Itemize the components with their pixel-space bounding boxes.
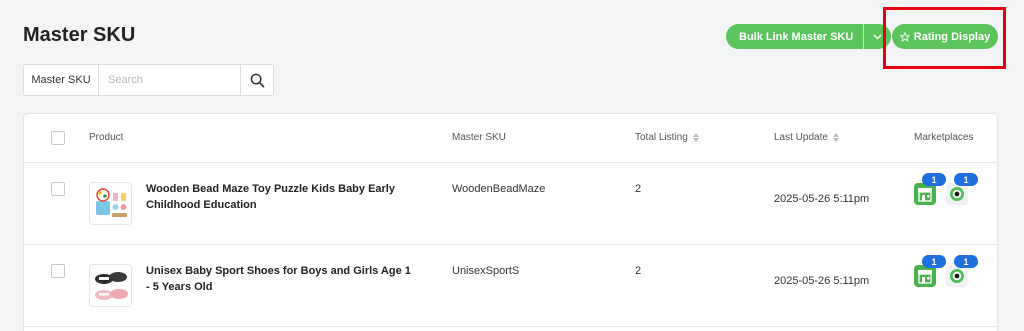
marketplace-shop-green[interactable]: 1 bbox=[914, 255, 946, 287]
header-last-update-label: Last Update bbox=[774, 132, 828, 143]
header-marketplaces: Marketplaces bbox=[914, 132, 974, 143]
marketplace-shop-eye[interactable]: 1 bbox=[946, 255, 978, 287]
rating-display-label: Rating Display bbox=[913, 30, 991, 43]
product-name[interactable]: Unisex Baby Sport Shoes for Boys and Gir… bbox=[146, 263, 411, 295]
listing-count-badge: 1 bbox=[922, 173, 946, 186]
row-checkbox[interactable] bbox=[51, 264, 65, 278]
master-sku-table: Product Master SKU Total Listing Last Up… bbox=[23, 113, 998, 331]
bulk-link-master-sku-button[interactable]: Bulk Link Master SKU bbox=[726, 24, 865, 49]
table-header: Product Master SKU Total Listing Last Up… bbox=[24, 114, 997, 163]
product-name[interactable]: Wooden Bead Maze Toy Puzzle Kids Baby Ea… bbox=[146, 181, 411, 213]
listing-count-badge: 1 bbox=[954, 255, 978, 268]
last-update-value: 2025-05-26 5:11pm bbox=[774, 193, 870, 205]
shop-eye-icon bbox=[946, 265, 968, 287]
row-checkbox[interactable] bbox=[51, 182, 65, 196]
product-thumbnail bbox=[89, 264, 132, 307]
shop-green-icon bbox=[914, 265, 936, 287]
bulk-link-button-group: Bulk Link Master SKU bbox=[726, 24, 892, 49]
marketplace-shop-eye[interactable]: 1 bbox=[946, 173, 978, 205]
search-button[interactable] bbox=[240, 65, 273, 95]
master-sku-value: UnisexSportS bbox=[452, 265, 520, 277]
shop-eye-icon bbox=[946, 183, 968, 205]
header-master-sku: Master SKU bbox=[452, 132, 506, 143]
select-all-checkbox[interactable] bbox=[51, 131, 65, 145]
total-listing-value: 2 bbox=[635, 265, 642, 277]
master-sku-value: WoodenBeadMaze bbox=[452, 183, 546, 195]
header-last-update[interactable]: Last Update bbox=[774, 132, 839, 143]
search-input[interactable] bbox=[99, 65, 240, 95]
sort-icon bbox=[832, 133, 839, 142]
listing-count-badge: 1 bbox=[922, 255, 946, 268]
header-total-listing[interactable]: Total Listing bbox=[635, 132, 699, 143]
shop-green-icon bbox=[914, 183, 936, 205]
sort-icon bbox=[692, 133, 699, 142]
header-total-listing-label: Total Listing bbox=[635, 132, 688, 143]
listing-count-badge: 1 bbox=[954, 173, 978, 186]
chevron-down-icon bbox=[873, 33, 882, 40]
table-row[interactable]: Unisex Baby Sport Shoes for Boys and Gir… bbox=[24, 245, 997, 327]
search-bar: Master SKU bbox=[23, 64, 274, 96]
rating-display-button[interactable]: Rating Display bbox=[892, 24, 998, 49]
table-row[interactable]: Wooden Bead Maze Toy Puzzle Kids Baby Ea… bbox=[24, 163, 997, 245]
total-listing-value: 2 bbox=[635, 183, 642, 195]
last-update-value: 2025-05-26 5:11pm bbox=[774, 275, 870, 287]
star-icon bbox=[899, 31, 910, 42]
marketplace-shop-green[interactable]: 1 bbox=[914, 173, 946, 205]
page-title: Master SKU bbox=[23, 24, 136, 46]
product-thumbnail bbox=[89, 182, 132, 225]
search-field-selector[interactable]: Master SKU bbox=[24, 65, 99, 95]
search-icon bbox=[250, 73, 264, 87]
header-product: Product bbox=[89, 132, 124, 143]
